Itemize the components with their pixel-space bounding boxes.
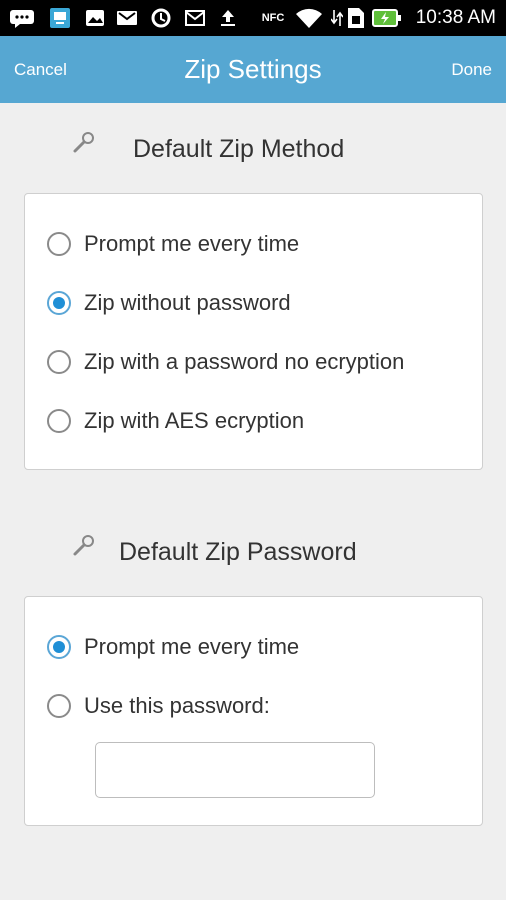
radio-button[interactable] bbox=[47, 409, 71, 433]
option-label: Prompt me every time bbox=[84, 231, 300, 256]
option-label: Zip without password bbox=[84, 290, 291, 315]
wrench-icon bbox=[72, 131, 96, 155]
screen-icon bbox=[48, 8, 72, 28]
radio-option-prompt-password[interactable]: Prompt me every time bbox=[47, 631, 299, 663]
nav-bar: Cancel Zip Settings Done bbox=[0, 36, 506, 103]
arrows-icon bbox=[330, 8, 344, 28]
section-header-zip-password: Default Zip Password bbox=[0, 534, 506, 574]
gmail-icon bbox=[116, 8, 138, 28]
mail-icon bbox=[184, 8, 206, 28]
page-title: Zip Settings bbox=[184, 54, 322, 84]
nfc-icon: NFC bbox=[261, 12, 285, 24]
radio-option-prompt[interactable]: Prompt me every time bbox=[47, 228, 299, 260]
radio-button[interactable] bbox=[47, 232, 71, 256]
radio-option-no-password[interactable]: Zip without password bbox=[47, 287, 291, 319]
option-label: Zip with a password no ecryption bbox=[84, 349, 405, 374]
radio-option-password-no-encryption[interactable]: Zip with a password no ecryption bbox=[47, 346, 404, 378]
status-bar: NFC 10:38 AM bbox=[0, 0, 506, 36]
section-header-zip-method: Default Zip Method bbox=[0, 131, 506, 171]
image-icon bbox=[84, 8, 106, 28]
option-label: Prompt me every time bbox=[84, 634, 300, 659]
chat-icon bbox=[8, 8, 36, 28]
sync-icon bbox=[150, 8, 172, 28]
wifi-icon bbox=[294, 8, 324, 28]
zip-password-card: Prompt me every time Use this password: bbox=[24, 596, 483, 826]
radio-button-selected[interactable] bbox=[47, 635, 71, 659]
wrench-icon bbox=[72, 534, 96, 558]
upload-icon bbox=[218, 8, 238, 28]
done-button[interactable]: Done bbox=[451, 60, 492, 80]
password-input[interactable] bbox=[95, 742, 375, 798]
section-title: Default Zip Method bbox=[133, 135, 345, 163]
section-title: Default Zip Password bbox=[119, 538, 357, 566]
radio-button[interactable] bbox=[47, 694, 71, 718]
clock: 10:38 AM bbox=[415, 7, 496, 28]
zip-method-card: Prompt me every time Zip without passwor… bbox=[24, 193, 483, 470]
option-label: Use this password: bbox=[84, 693, 270, 718]
radio-button-selected[interactable] bbox=[47, 291, 71, 315]
option-label: Zip with AES ecryption bbox=[84, 408, 305, 433]
radio-option-use-password[interactable]: Use this password: bbox=[47, 690, 270, 722]
sim-icon bbox=[345, 8, 367, 28]
radio-button[interactable] bbox=[47, 350, 71, 374]
battery-charging-icon bbox=[372, 8, 402, 28]
radio-option-aes[interactable]: Zip with AES ecryption bbox=[47, 405, 304, 437]
